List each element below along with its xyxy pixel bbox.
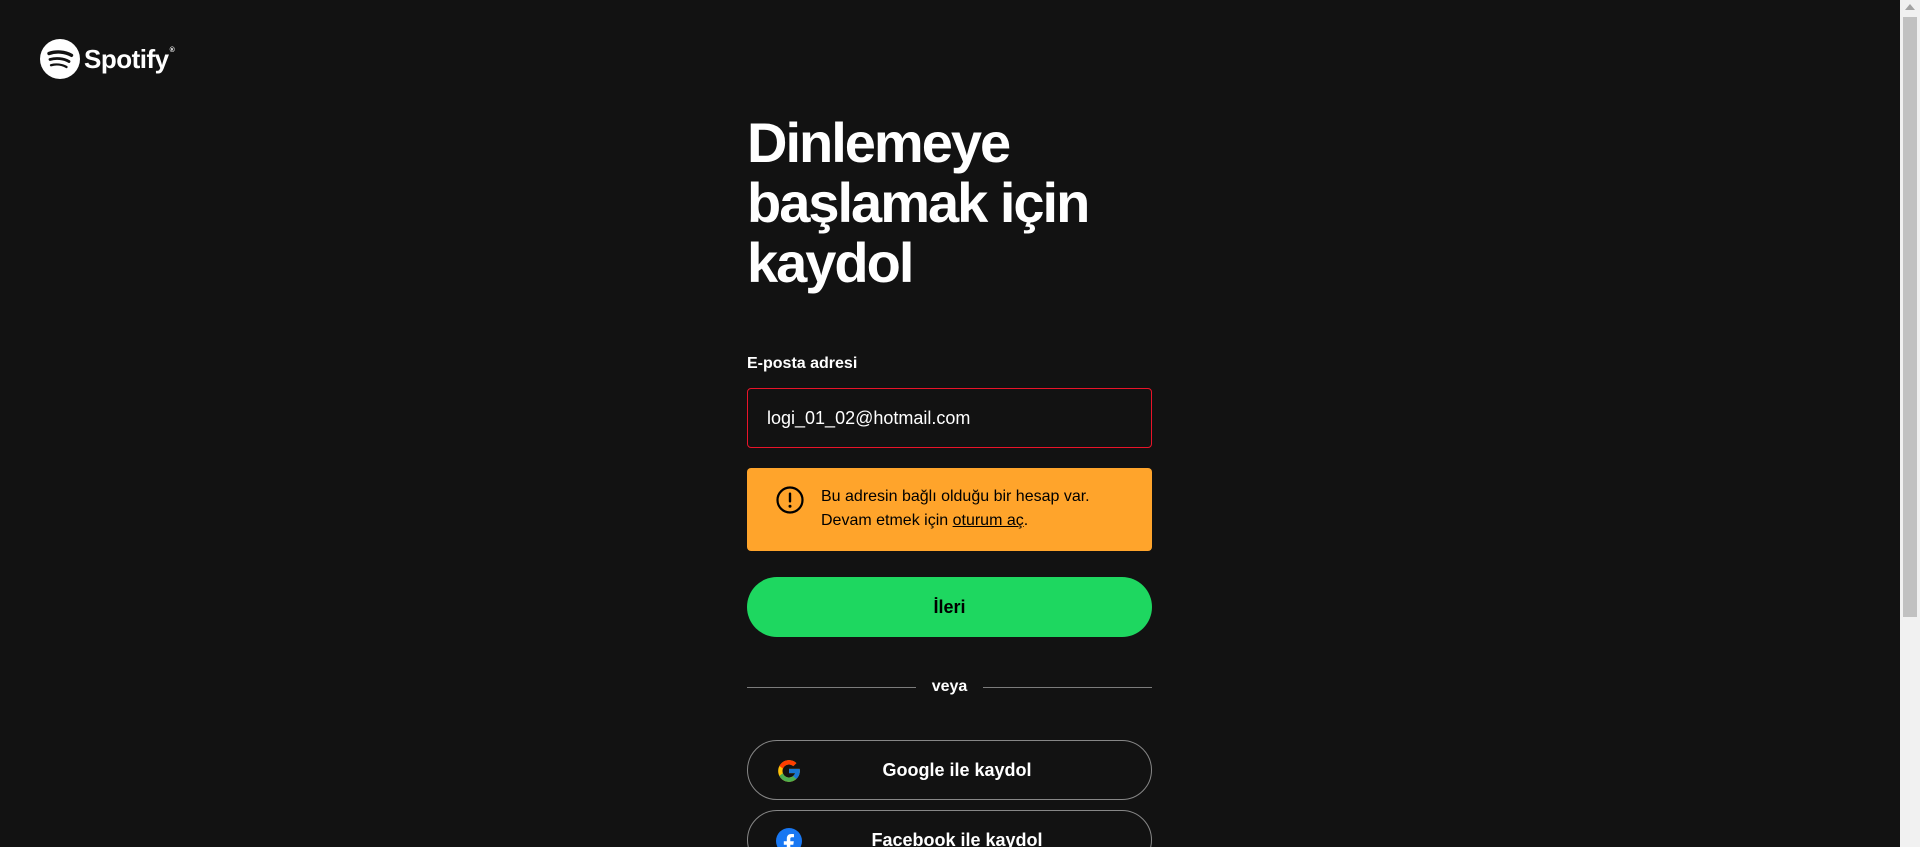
facebook-signup-label: Facebook ile kaydol: [871, 829, 1043, 847]
page-title: Dinlemeye başlamak için kaydol: [747, 111, 1090, 294]
google-signup-label: Google ile kaydol: [882, 759, 1032, 780]
alert-message: Bu adresin bağlı olduğu bir hesap var. D…: [821, 485, 1090, 533]
spotify-logo[interactable]: Spotify®: [40, 39, 175, 79]
scroll-up-arrow-icon[interactable]: [1905, 4, 1915, 10]
google-signup-button[interactable]: Google ile kaydol: [747, 740, 1152, 800]
login-link[interactable]: oturum aç: [953, 512, 1024, 529]
facebook-f-icon: [776, 828, 802, 847]
google-g-icon: [778, 760, 800, 782]
spotify-logo-icon: [40, 39, 80, 79]
divider-text: veya: [931, 678, 968, 695]
next-button[interactable]: İleri: [747, 577, 1152, 637]
vertical-scrollbar[interactable]: [1900, 0, 1920, 847]
divider-line-right: [983, 686, 1152, 688]
or-divider: veya: [747, 676, 1152, 698]
logo-wordmark: Spotify®: [84, 44, 175, 74]
alert-line-1: Bu adresin bağlı olduğu bir hesap var.: [821, 488, 1090, 505]
alert-line-2-prefix: Devam etmek için: [821, 512, 953, 529]
email-label: E-posta adresi: [747, 355, 858, 372]
signup-page: Spotify® Dinlemeye başlamak için kaydol …: [0, 0, 1900, 847]
scrollbar-thumb[interactable]: [1903, 17, 1917, 617]
account-exists-alert: Bu adresin bağlı olduğu bir hesap var. D…: [747, 468, 1152, 551]
facebook-signup-button[interactable]: Facebook ile kaydol: [747, 810, 1152, 847]
alert-line-2-suffix: .: [1023, 512, 1029, 529]
divider-line-left: [747, 686, 916, 688]
email-field[interactable]: [747, 388, 1152, 448]
exclamation-circle-icon: [776, 486, 804, 514]
